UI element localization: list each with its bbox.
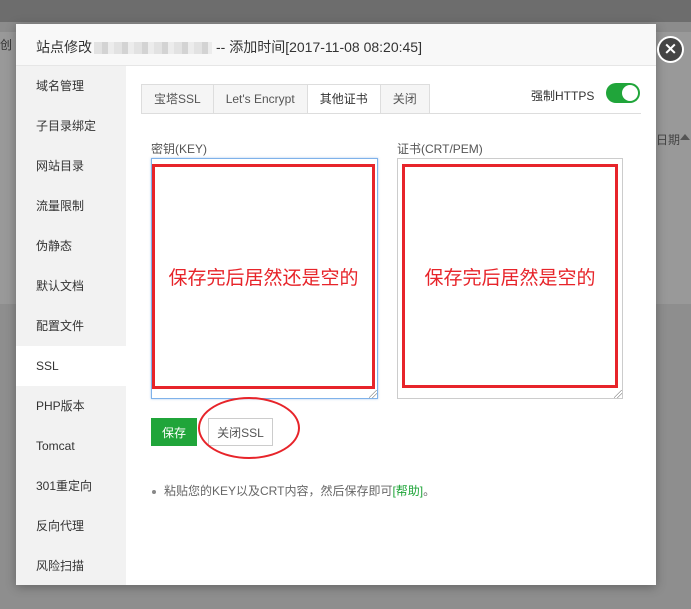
tab-divider	[141, 113, 641, 114]
bullet-icon	[152, 489, 156, 494]
sidebar-item-redirect-301[interactable]: 301重定向	[16, 466, 126, 506]
sidebar-item-tomcat[interactable]: Tomcat	[16, 426, 126, 466]
help-link[interactable]: [帮助]	[392, 484, 423, 498]
modal-title-suffix: -- 添加时间[2017-11-08 08:20:45]	[216, 39, 422, 55]
background-left-text: 创	[0, 38, 13, 52]
sort-up-icon	[680, 134, 690, 140]
site-edit-modal: 站点修改 -- 添加时间[2017-11-08 08:20:45] 域名管理 子目…	[16, 24, 684, 585]
key-label: 密钥(KEY)	[151, 142, 208, 156]
sidebar: 域名管理 子目录绑定 网站目录 流量限制 伪静态 默认文档 配置文件 SSL P…	[16, 66, 126, 585]
tip-end: 。	[423, 484, 436, 498]
sidebar-item-reverse-proxy[interactable]: 反向代理	[16, 506, 126, 546]
modal-header: 站点修改 -- 添加时间[2017-11-08 08:20:45]	[16, 24, 656, 66]
ssl-tabs: 宝塔SSL Let's Encrypt 其他证书 关闭	[141, 84, 430, 114]
tab-other-cert[interactable]: 其他证书	[307, 84, 381, 114]
tip-text: 粘贴您的KEY以及CRT内容，然后保存即可	[164, 484, 393, 498]
redacted-site-name	[94, 42, 212, 55]
tab-lets-encrypt[interactable]: Let's Encrypt	[213, 84, 308, 114]
save-button[interactable]: 保存	[151, 418, 197, 446]
close-ssl-button[interactable]: 关闭SSL	[208, 418, 273, 446]
tab-close[interactable]: 关闭	[380, 84, 430, 114]
sidebar-item-rewrite[interactable]: 伪静态	[16, 226, 126, 266]
modal-title-prefix: 站点修改	[36, 39, 92, 55]
close-icon: ×	[659, 38, 682, 61]
sidebar-item-config-file[interactable]: 配置文件	[16, 306, 126, 346]
sidebar-item-traffic-limit[interactable]: 流量限制	[16, 186, 126, 226]
crt-textarea[interactable]	[397, 158, 623, 399]
modal-title: 站点修改 -- 添加时间[2017-11-08 08:20:45]	[36, 37, 422, 57]
sidebar-item-site-dir[interactable]: 网站目录	[16, 146, 126, 186]
sidebar-item-php-version[interactable]: PHP版本	[16, 386, 126, 426]
key-textarea[interactable]	[151, 158, 378, 399]
force-https-toggle[interactable]	[606, 83, 640, 103]
sidebar-item-subdir-binding[interactable]: 子目录绑定	[16, 106, 126, 146]
sidebar-item-domain[interactable]: 域名管理	[16, 66, 126, 106]
background-topbar	[0, 0, 691, 22]
sidebar-item-ssl[interactable]: SSL	[16, 346, 126, 386]
toggle-knob	[622, 85, 638, 101]
sidebar-item-default-doc[interactable]: 默认文档	[16, 266, 126, 306]
crt-resize-handle[interactable]	[614, 390, 622, 398]
key-resize-handle[interactable]	[369, 390, 377, 398]
modal-close-button[interactable]: ×	[657, 36, 684, 63]
background-column-header: 日期	[656, 133, 681, 147]
sidebar-item-risk-scan[interactable]: 风险扫描	[16, 546, 126, 586]
tab-baota-ssl[interactable]: 宝塔SSL	[141, 84, 214, 114]
help-tip: 粘贴您的KEY以及CRT内容，然后保存即可[帮助]。	[152, 482, 435, 499]
force-https-label: 强制HTTPS	[531, 89, 595, 103]
crt-label: 证书(CRT/PEM)	[397, 142, 483, 156]
